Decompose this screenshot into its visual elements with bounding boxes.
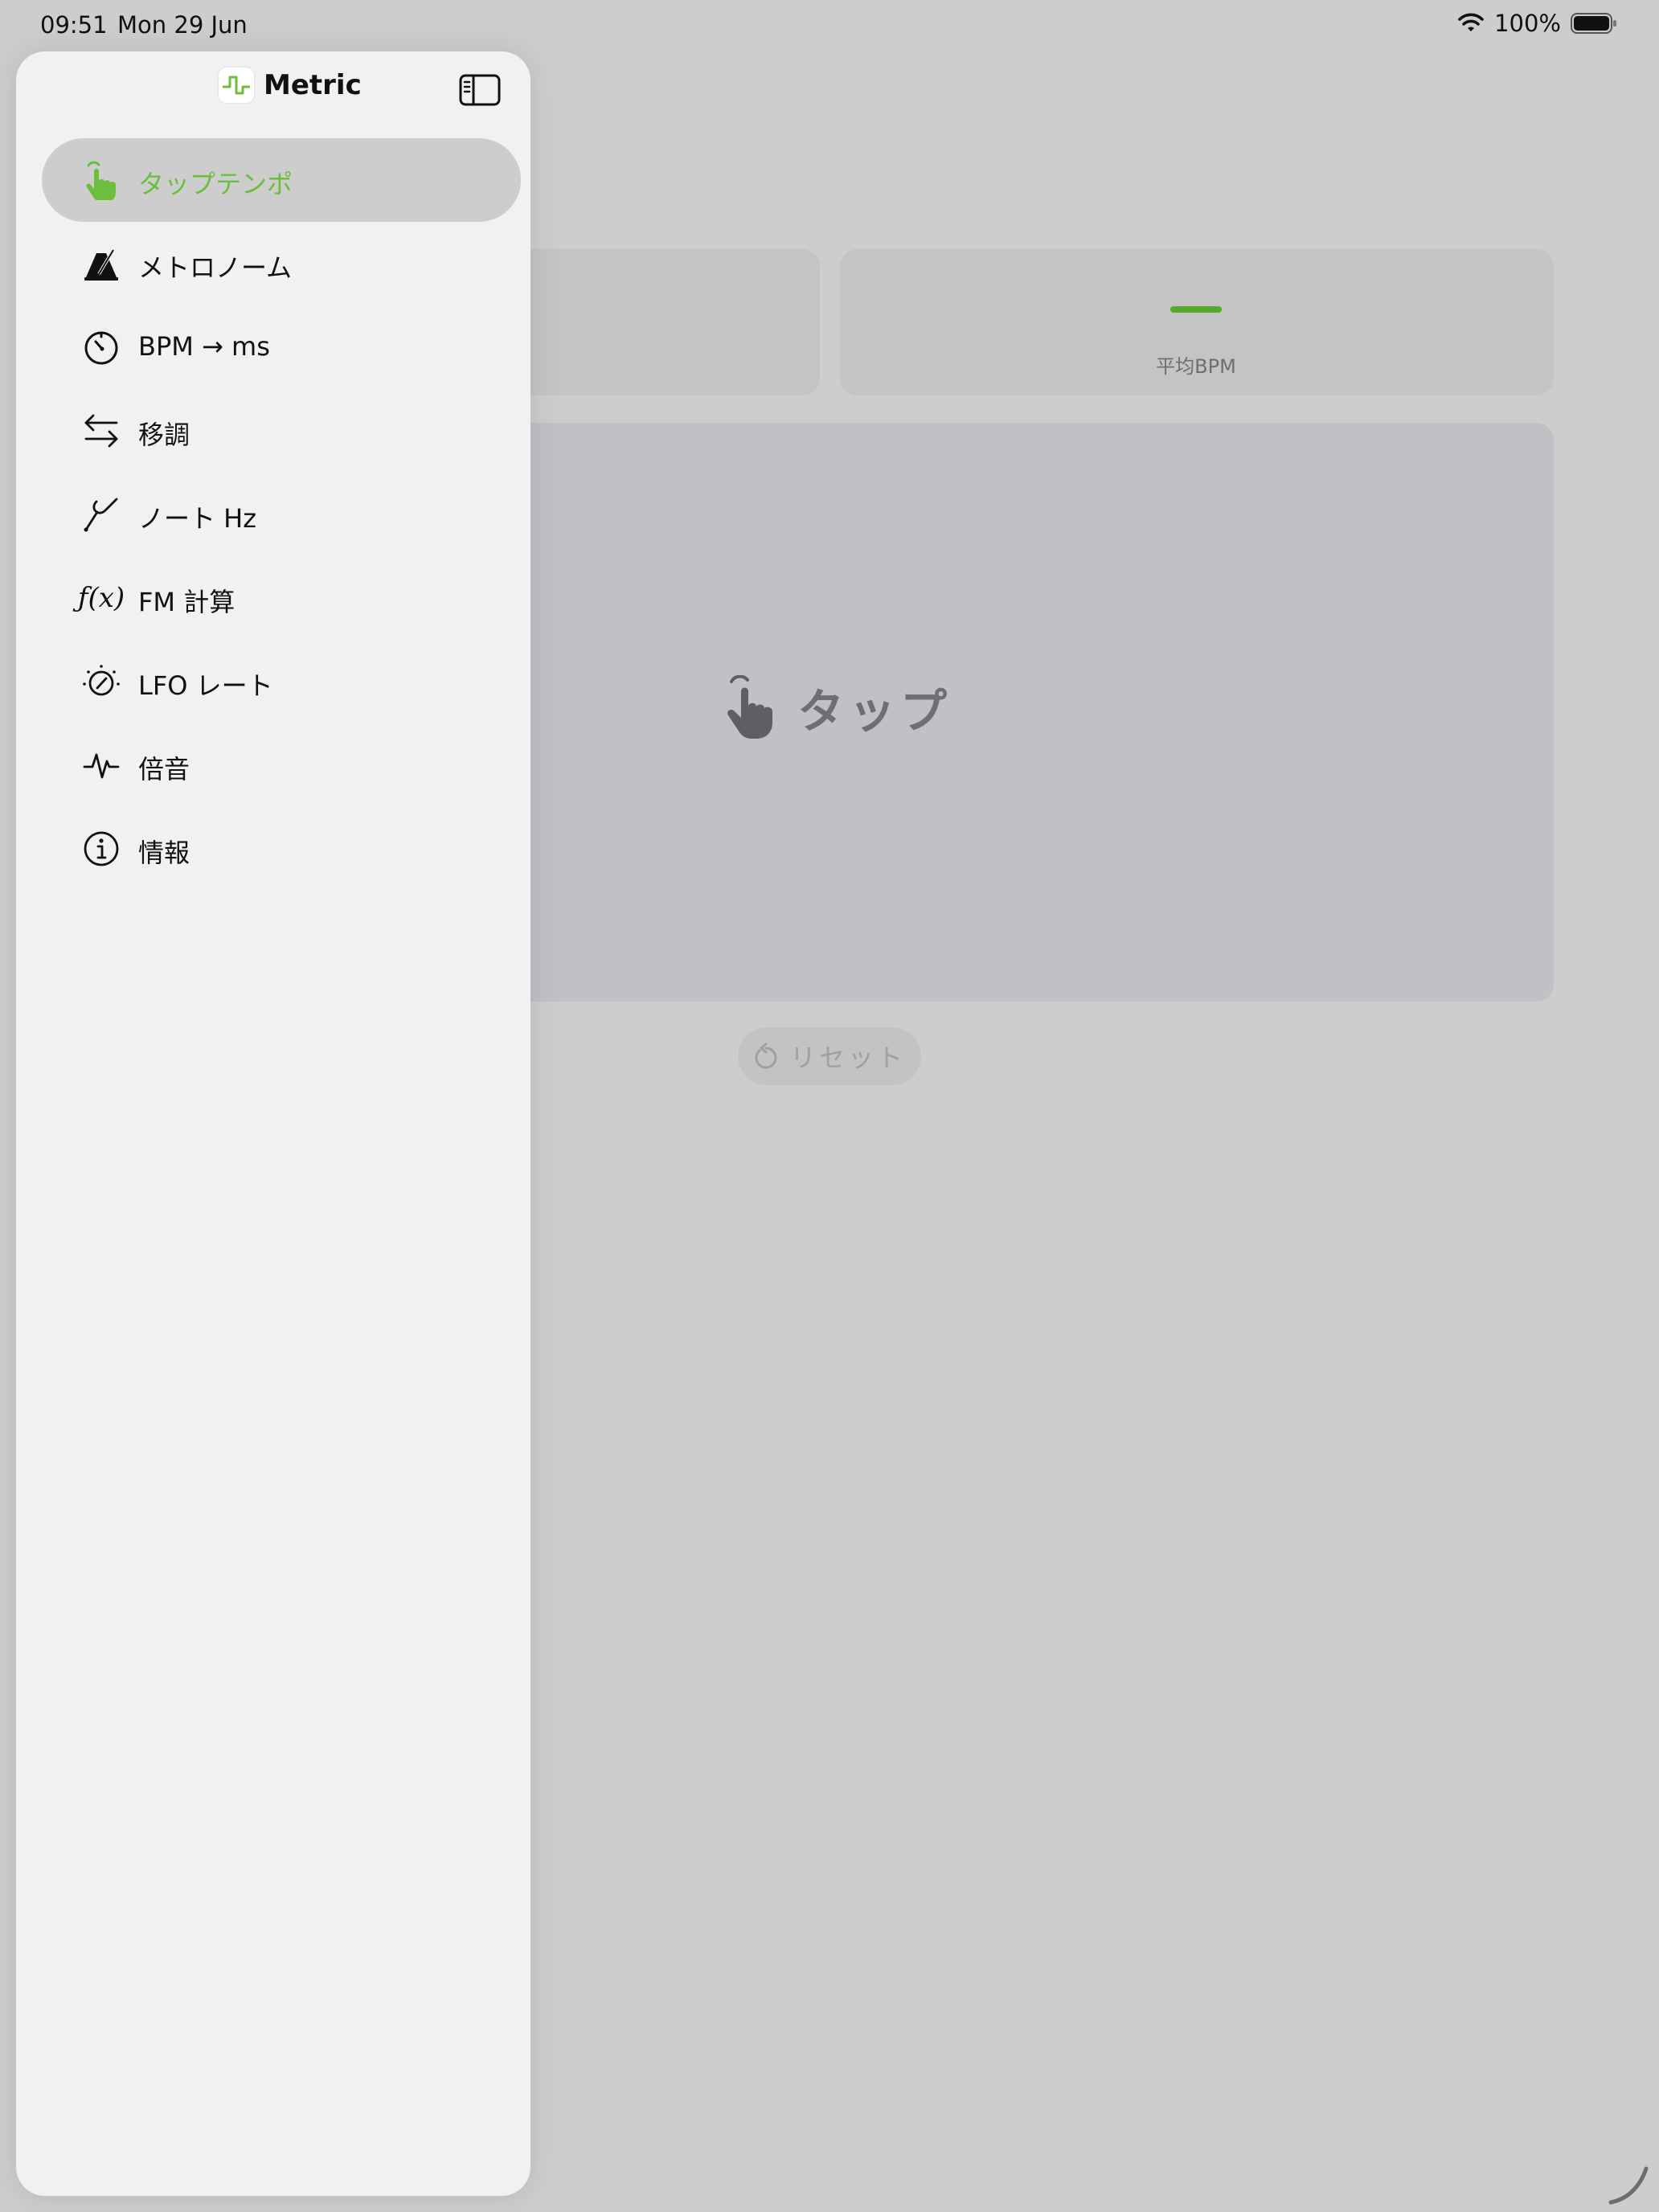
sidebar-item-note-hz[interactable]: ノート Hz (42, 473, 521, 556)
info-icon (80, 828, 122, 870)
sidebar-item-label: ノート Hz (138, 503, 257, 534)
sidebar-toggle-icon (459, 74, 501, 106)
transpose-arrows-icon (80, 410, 122, 452)
tap-pad-content: タップ (720, 674, 952, 741)
sidebar-item-transpose[interactable]: 移調 (42, 389, 521, 473)
tuning-fork-icon (80, 494, 122, 535)
sidebar-toggle-button[interactable] (458, 72, 502, 108)
app-logo-icon (219, 68, 254, 103)
metronome-icon (80, 243, 122, 285)
function-icon: ƒ(x) (77, 582, 125, 614)
sidebar-item-harmonics[interactable]: 倍音 (42, 723, 521, 807)
sidebar-item-label: メトロノーム (138, 252, 293, 283)
resize-grip-icon (1608, 2166, 1649, 2205)
sidebar-item-label: 倍音 (138, 754, 190, 784)
sidebar: Metric タップテンポ メトロノーム BPM → ms 移調 ノート Hz … (16, 51, 530, 2196)
tap-label: タップ (797, 684, 952, 739)
sidebar-item-label: LFO レート (138, 670, 273, 701)
sidebar-item-bpm-ms[interactable]: BPM → ms (42, 305, 521, 389)
app-brand: Metric (219, 68, 362, 103)
reset-arrow-icon (755, 1043, 777, 1069)
reset-label: リセット (789, 1043, 906, 1073)
reset-button[interactable]: リセット (738, 1027, 921, 1085)
app-title: Metric (264, 69, 362, 101)
hand-tap-icon (80, 159, 122, 201)
hand-tap-icon (727, 675, 772, 739)
sidebar-item-label: タップテンポ (138, 169, 293, 199)
sidebar-item-label: FM 計算 (138, 587, 236, 617)
sidebar-item-info[interactable]: 情報 (42, 807, 521, 891)
sidebar-item-metronome[interactable]: メトロノーム (42, 222, 521, 305)
average-bpm-placeholder-dash (1170, 306, 1222, 313)
sidebar-item-label: 移調 (138, 420, 190, 450)
waveform-icon (80, 744, 122, 786)
sidebar-item-label: 情報 (138, 838, 190, 868)
average-bpm-label: 平均BPM (1156, 355, 1236, 378)
lfo-dial-icon (80, 661, 122, 703)
sidebar-item-label: BPM → ms (138, 331, 270, 362)
timer-icon (80, 326, 122, 368)
sidebar-item-fm-calc[interactable]: ƒ(x) FM 計算 (42, 556, 521, 640)
sidebar-nav: タップテンポ メトロノーム BPM → ms 移調 ノート Hz ƒ(x) FM… (42, 138, 521, 891)
sidebar-item-tap-tempo[interactable]: タップテンポ (42, 138, 521, 222)
sidebar-header: Metric (16, 51, 530, 124)
sidebar-item-lfo-rate[interactable]: LFO レート (42, 640, 521, 723)
